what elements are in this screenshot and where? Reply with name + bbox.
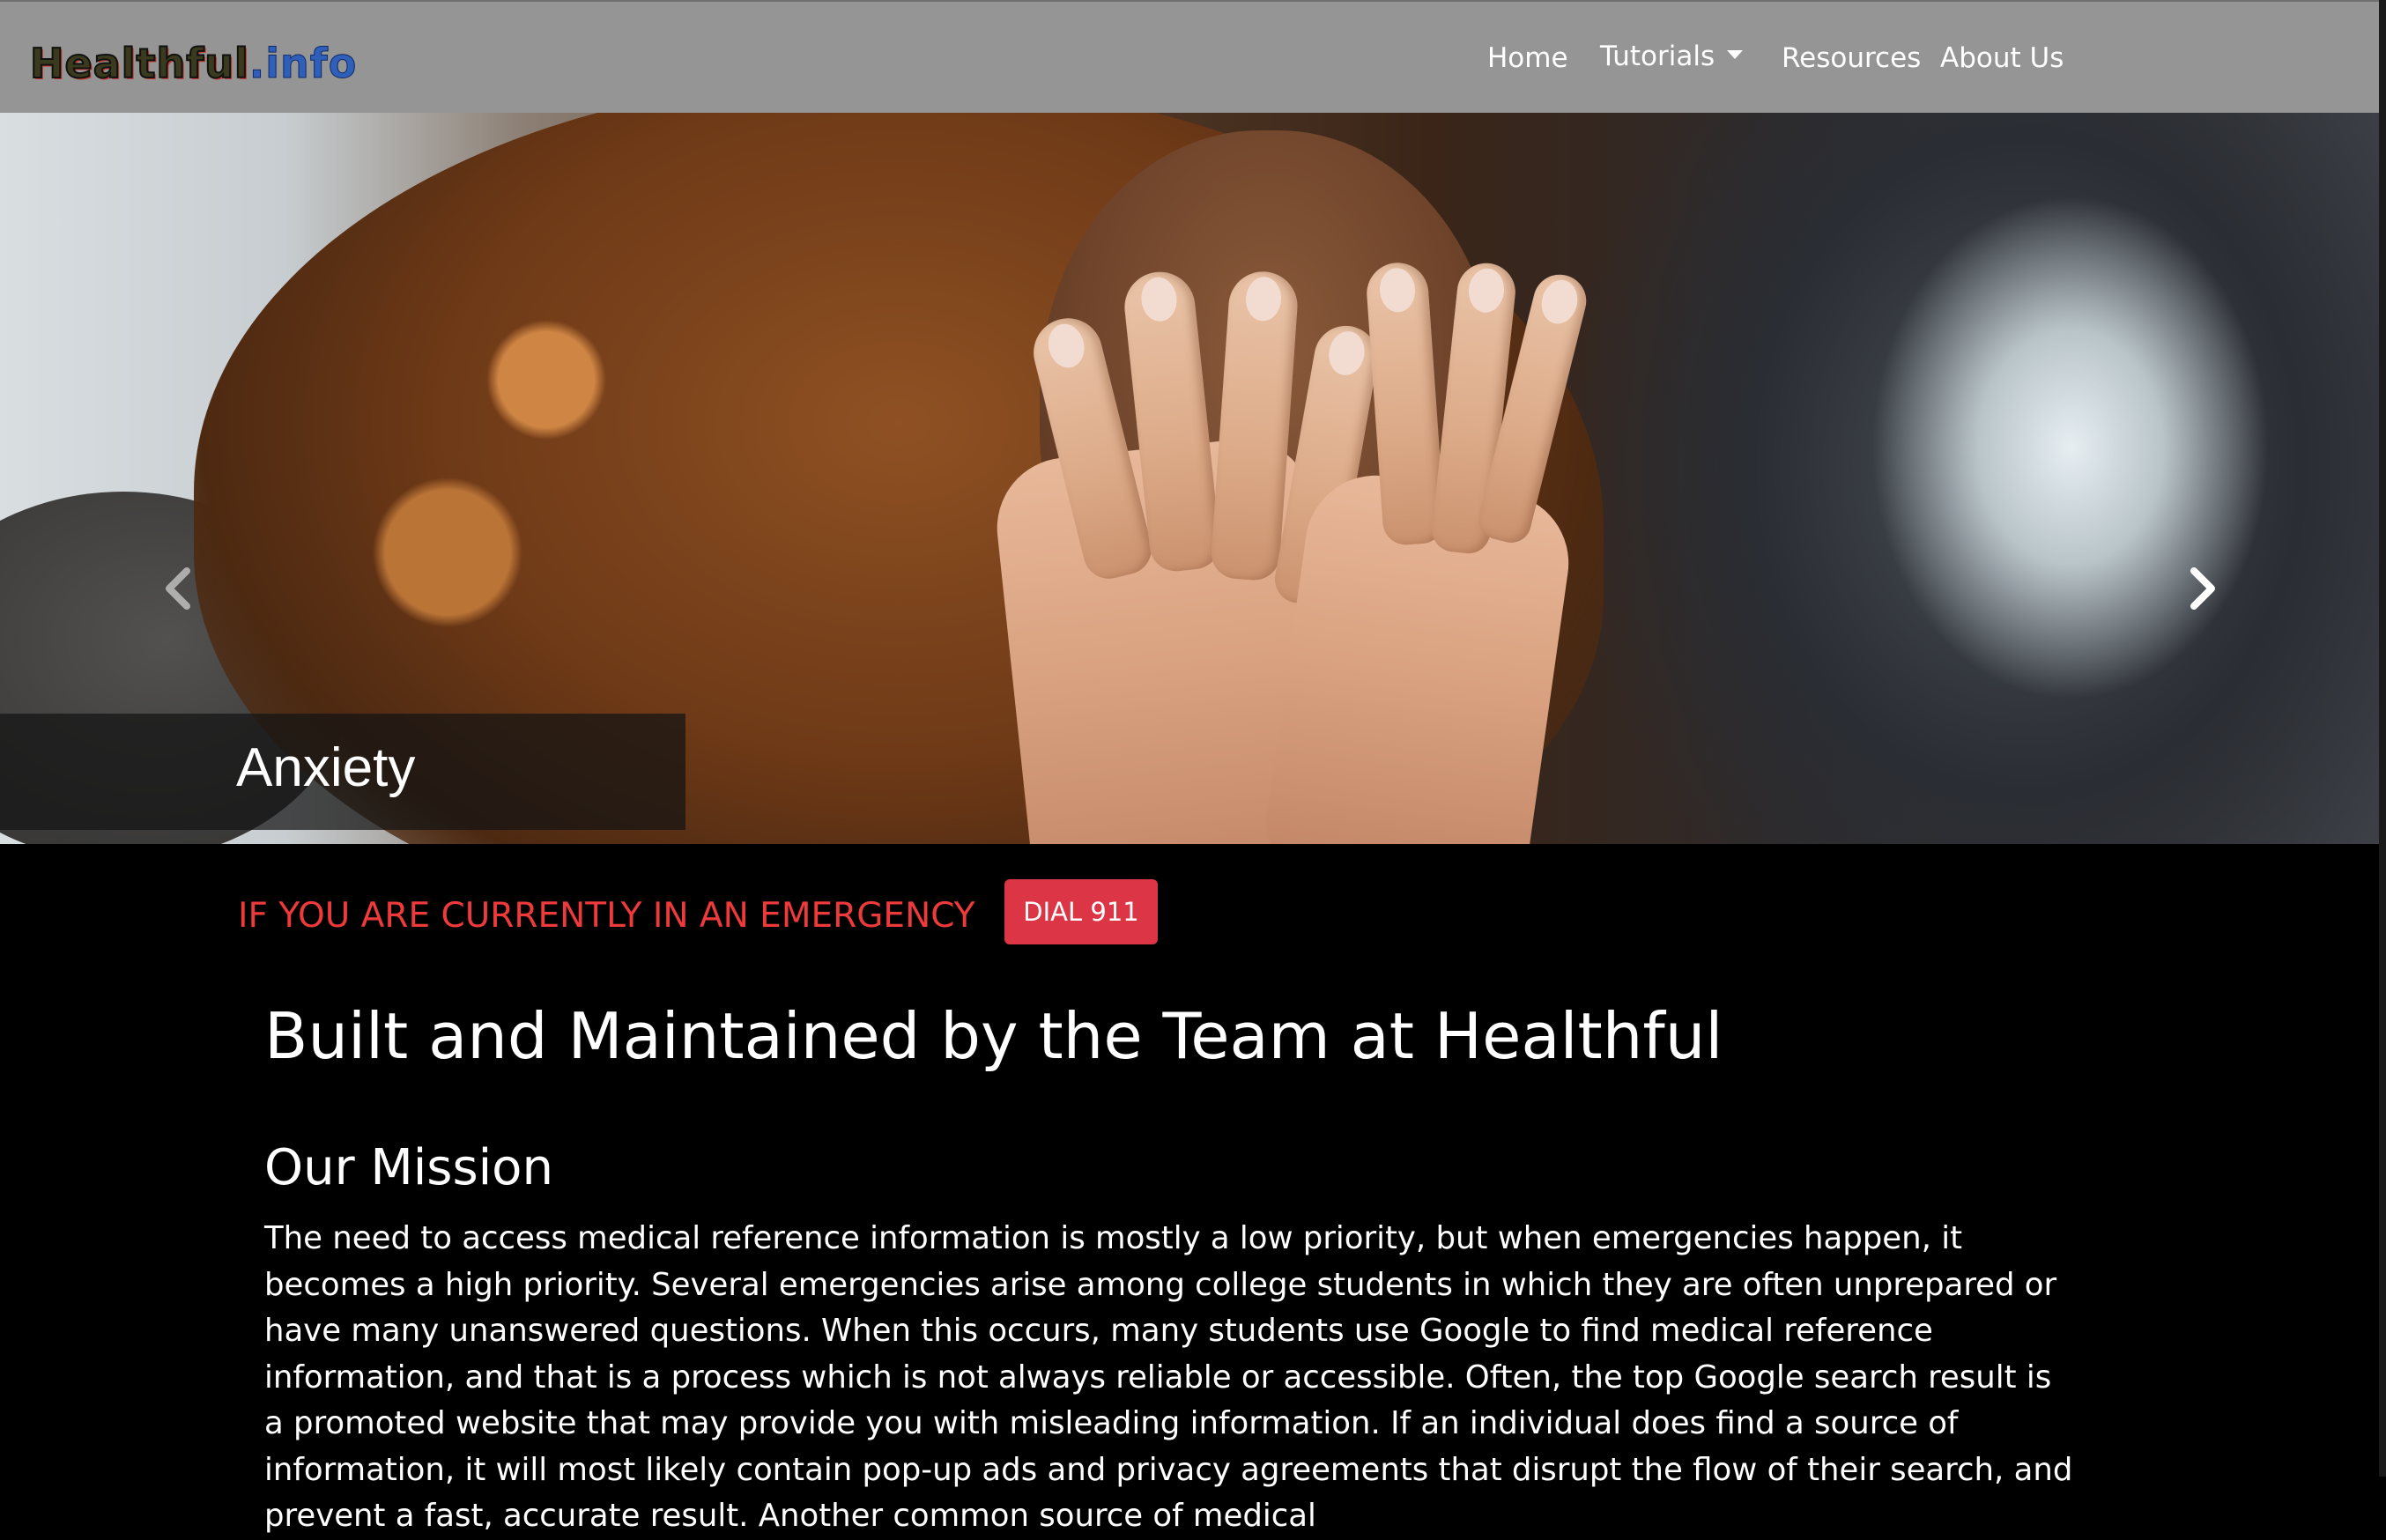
nav-resources[interactable]: Resources [1782, 32, 1921, 85]
chevron-right-icon [2190, 567, 2215, 610]
emergency-message: IF YOU ARE CURRENTLY IN AN EMERGENCY [238, 896, 975, 936]
top-navbar: Healthful.info Home Tutorials Resources … [0, 0, 2386, 113]
mission-paragraph: The need to access medical reference inf… [264, 1220, 2073, 1534]
mission-heading: Our Mission [264, 1139, 553, 1196]
brand-name: Healthful [29, 39, 249, 88]
brand-logo[interactable]: Healthful.info [29, 35, 358, 92]
page-scrollbar[interactable] [2379, 0, 2386, 1477]
nav-tutorials-label: Tutorials [1600, 41, 1715, 72]
nav-home[interactable]: Home [1487, 32, 1568, 85]
caret-down-icon [1727, 49, 1744, 59]
dial-911-button[interactable]: DIAL 911 [1004, 879, 1158, 944]
carousel-next-button[interactable] [2167, 553, 2238, 624]
page-title: Built and Maintained by the Team at Heal… [264, 999, 1723, 1073]
brand-domain: .info [248, 40, 358, 88]
carousel-caption: Anxiety [236, 737, 416, 798]
carousel-prev-button[interactable] [143, 553, 213, 624]
nav-tutorials-dropdown[interactable]: Tutorials [1600, 30, 1744, 83]
nav-about-us[interactable]: About Us [1940, 32, 2064, 85]
chevron-left-icon [166, 567, 190, 610]
